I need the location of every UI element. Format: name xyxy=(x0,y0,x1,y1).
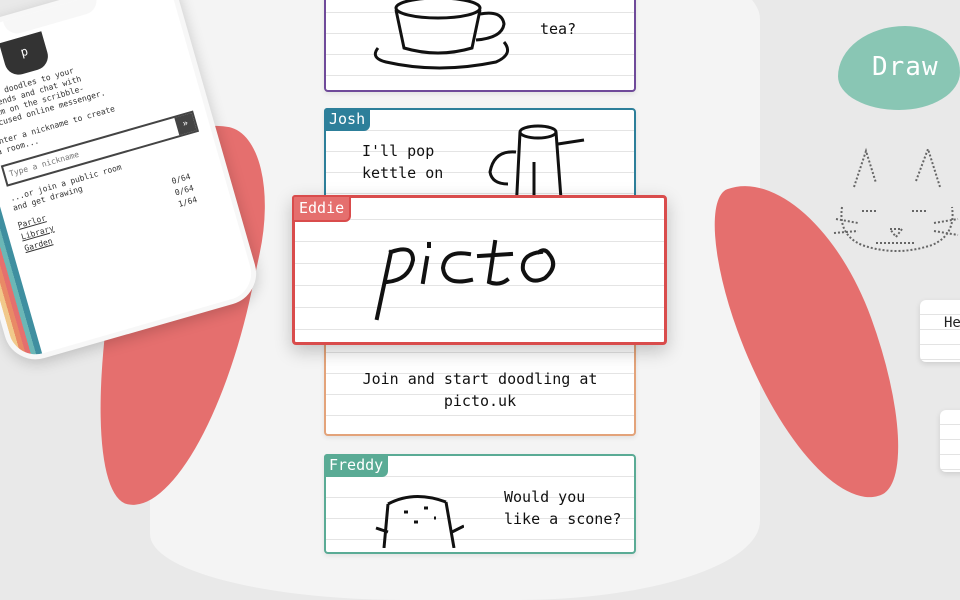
promo-text: Join and start doodling at picto.uk xyxy=(362,370,598,410)
message-card-eddie: Eddie picto xyxy=(292,195,667,345)
username-tag: Freddy xyxy=(324,454,389,477)
message-card-promo: Join and start doodling at picto.uk xyxy=(324,330,636,436)
draw-label[interactable]: Draw xyxy=(872,52,939,82)
message-card-tea: tea? xyxy=(324,0,636,92)
message-card-freddy: Freddy Would you like a scone? xyxy=(324,454,636,554)
message-text: tea? xyxy=(540,20,577,38)
phone-notch xyxy=(1,0,100,37)
message-card-josh: Josh I'll pop kettle on xyxy=(324,108,636,212)
picto-logo: p xyxy=(0,31,52,78)
scone-doodle xyxy=(375,495,464,548)
partial-message-card-2 xyxy=(940,410,960,472)
cat-doodle xyxy=(833,145,959,252)
partial-message-card: He xyxy=(920,300,960,362)
username-tag: Eddie xyxy=(292,195,352,222)
message-text: I'll pop kettle on xyxy=(362,142,444,182)
teacup-doodle xyxy=(373,0,510,70)
message-text: Would you like a scone? xyxy=(504,488,622,528)
arrow-icon[interactable]: » xyxy=(174,112,197,136)
username-tag: Josh xyxy=(324,108,371,131)
picto-handwriting-doodle xyxy=(374,239,556,321)
partial-message-text: He xyxy=(944,315,960,331)
